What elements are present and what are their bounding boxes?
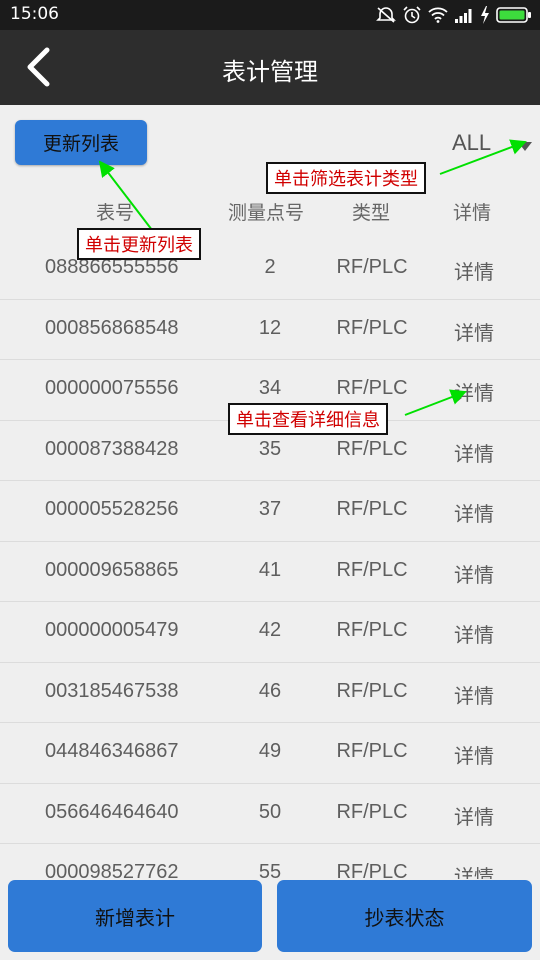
measure-point-cell: 41 [258, 558, 282, 581]
detail-link[interactable]: 详情 [446, 680, 502, 709]
meter-number-cell: 056646464640 [45, 800, 179, 823]
detail-link[interactable]: 详情 [446, 317, 502, 346]
meter-number-cell: 044846346867 [45, 740, 179, 762]
refresh-list-button[interactable]: 更新列表 [15, 120, 147, 165]
meter-number-cell: 000098527762 [45, 861, 179, 879]
meter-type-cell: RF/PLC [336, 679, 408, 702]
meter-type-cell: RF/PLC [336, 861, 408, 879]
detail-link[interactable]: 详情 [446, 498, 502, 527]
battery-icon [496, 7, 531, 23]
meter-number-cell: 000000075556 [45, 377, 179, 399]
column-header-detail: 详情 [453, 202, 492, 224]
measure-point-cell: 55 [258, 861, 282, 879]
meter-type-cell: RF/PLC [336, 498, 408, 520]
measure-point-cell: 42 [258, 619, 282, 641]
meter-type-cell: RF/PLC [336, 558, 408, 581]
detail-link[interactable]: 详情 [446, 619, 502, 648]
table-row: 044846346867 49 RF/PLC 详情 [0, 723, 540, 784]
measure-point-cell: 2 [264, 256, 276, 278]
wifi-icon [428, 7, 448, 23]
table-row: 000005528256 37 RF/PLC 详情 [0, 481, 540, 542]
meter-list[interactable]: 088866555556 2 RF/PLC 详情 000856868548 12 RF/PL… [0, 239, 540, 879]
meter-number-cell: 000000005479 [45, 619, 179, 641]
alarm-icon [403, 6, 421, 24]
detail-link[interactable]: 详情 [446, 256, 502, 285]
table-row: 056646464640 50 RF/PLC 详情 [0, 784, 540, 844]
meter-type-cell: RF/PLC [336, 437, 408, 460]
meter-number-cell: 000856868548 [45, 316, 179, 339]
add-meter-button[interactable]: 新增表计 [8, 880, 262, 952]
measure-point-cell: 50 [258, 800, 282, 823]
detail-link[interactable]: 详情 [446, 861, 502, 879]
measure-point-cell: 35 [258, 437, 282, 460]
meter-number-cell: 003185467538 [45, 679, 179, 702]
page-title: 表计管理 [222, 58, 318, 86]
meter-type-cell: RF/PLC [336, 377, 408, 399]
status-icons [376, 5, 532, 25]
dropdown-triangle-icon [518, 142, 532, 151]
detail-link[interactable]: 详情 [446, 740, 502, 769]
status-time: 15:06 [10, 4, 59, 24]
refresh-annotation: 单击更新列表 [77, 228, 201, 260]
title-bar: 表计管理 [0, 30, 540, 105]
filter-value: ALL [452, 130, 492, 155]
table-row: 000009658865 41 RF/PLC 详情 [0, 542, 540, 602]
column-header-measure-point: 测量点号 [228, 202, 305, 224]
signal-icon [455, 9, 472, 23]
table-header: 表号 测量点号 类型 详情 [0, 192, 540, 228]
table-row: 003185467538 46 RF/PLC 详情 [0, 663, 540, 723]
meter-type-cell: RF/PLC [336, 800, 408, 823]
table-row: 000000005479 42 RF/PLC 详情 [0, 602, 540, 663]
detail-link[interactable]: 详情 [446, 801, 502, 830]
measure-point-cell: 46 [258, 679, 282, 702]
mute-icon [376, 7, 396, 23]
meter-type-filter[interactable]: ALL [440, 124, 536, 164]
table-row: 000856868548 12 RF/PLC 详情 [0, 300, 540, 360]
meter-number-cell: 000009658865 [45, 558, 179, 581]
measure-point-cell: 37 [258, 498, 282, 520]
meter-number-cell: 000087388428 [45, 437, 179, 460]
status-bar: 15:06 [0, 0, 540, 30]
meter-type-cell: RF/PLC [336, 256, 408, 278]
meter-type-cell: RF/PLC [336, 619, 408, 641]
detail-annotation: 单击查看详细信息 [228, 403, 388, 435]
filter-annotation: 单击筛选表计类型 [266, 162, 426, 194]
detail-link[interactable]: 详情 [446, 559, 502, 588]
detail-link[interactable]: 详情 [446, 377, 502, 406]
charging-icon [481, 6, 489, 24]
reading-status-button[interactable]: 抄表状态 [277, 880, 532, 952]
table-row: 000098527762 55 RF/PLC 详情 [0, 844, 540, 879]
measure-point-cell: 34 [258, 377, 282, 399]
meter-type-cell: RF/PLC [336, 316, 408, 339]
meter-number-cell: 000005528256 [45, 498, 179, 520]
detail-link[interactable]: 详情 [446, 438, 502, 467]
column-header-meter-number: 表号 [96, 202, 135, 224]
measure-point-cell: 12 [258, 316, 282, 339]
column-header-type: 类型 [352, 202, 391, 224]
measure-point-cell: 49 [258, 740, 282, 762]
meter-type-cell: RF/PLC [336, 740, 408, 762]
